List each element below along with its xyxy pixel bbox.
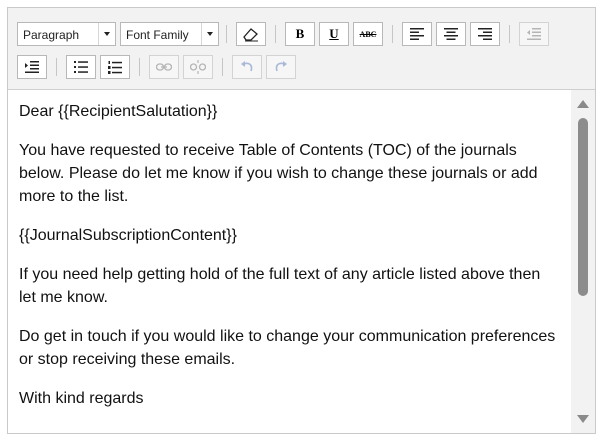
underline-button[interactable]: U — [319, 22, 349, 46]
unlink-icon — [190, 60, 206, 74]
toolbar-separator — [222, 58, 223, 76]
paragraph-intro: You have requested to receive Table of C… — [19, 142, 538, 205]
bullet-list-button[interactable] — [66, 55, 96, 79]
vertical-scrollbar[interactable] — [571, 90, 595, 433]
editor-content-area[interactable]: Dear {{RecipientSalutation}} You have re… — [8, 90, 595, 433]
align-center-button[interactable] — [436, 22, 466, 46]
outdent-button[interactable] — [519, 22, 549, 46]
bold-button[interactable]: B — [285, 22, 315, 46]
clear-formatting-button[interactable] — [236, 22, 266, 46]
paragraph-journal-placeholder: {{JournalSubscriptionContent}} — [19, 227, 237, 244]
toolbar-separator — [392, 25, 393, 43]
scroll-up-arrow-icon[interactable] — [577, 100, 589, 108]
paragraph-preferences: Do get in touch if you would like to cha… — [19, 328, 556, 368]
scroll-down-arrow-icon[interactable] — [577, 415, 589, 423]
strikethrough-button[interactable]: ABC — [353, 22, 383, 46]
block-format-select[interactable]: Paragraph — [17, 22, 116, 46]
undo-icon — [241, 61, 253, 72]
outdent-icon — [527, 28, 541, 40]
eraser-icon — [243, 28, 258, 42]
align-left-button[interactable] — [402, 22, 432, 46]
paragraph-closing: With kind regards — [19, 390, 144, 407]
numbered-list-button[interactable] — [100, 55, 130, 79]
toolbar-separator — [226, 25, 227, 43]
chevron-down-icon — [201, 23, 218, 45]
editor-toolbar: Paragraph Font Family B U ABC — [8, 8, 595, 90]
toolbar-separator — [56, 58, 57, 76]
numbered-list-icon — [108, 60, 122, 74]
rich-text-editor: Paragraph Font Family B U ABC Dear {{Rec… — [7, 7, 596, 434]
indent-button[interactable] — [17, 55, 47, 79]
bullet-list-icon — [74, 61, 88, 73]
underline-icon: U — [329, 26, 339, 41]
align-center-icon — [444, 28, 458, 40]
align-left-icon — [410, 28, 424, 40]
font-family-value: Font Family — [126, 28, 189, 42]
undo-button[interactable] — [232, 55, 262, 79]
redo-icon — [275, 61, 287, 72]
document-body[interactable]: Dear {{RecipientSalutation}} You have re… — [19, 100, 559, 426]
chevron-down-icon — [98, 23, 115, 45]
align-right-icon — [478, 28, 492, 40]
align-right-button[interactable] — [470, 22, 500, 46]
font-family-select[interactable]: Font Family — [120, 22, 219, 46]
toolbar-separator — [275, 25, 276, 43]
unlink-button[interactable] — [183, 55, 213, 79]
paragraph-help: If you need help getting hold of the ful… — [19, 266, 541, 306]
block-format-value: Paragraph — [23, 28, 80, 42]
scrollbar-thumb[interactable] — [578, 118, 588, 296]
strikethrough-icon: ABC — [359, 29, 377, 39]
insert-link-button[interactable] — [149, 55, 179, 79]
redo-button[interactable] — [266, 55, 296, 79]
paragraph-greeting: Dear {{RecipientSalutation}} — [19, 103, 218, 120]
bold-icon: B — [295, 26, 305, 41]
toolbar-separator — [509, 25, 510, 43]
link-icon — [156, 63, 172, 71]
indent-icon — [25, 61, 39, 73]
toolbar-separator — [139, 58, 140, 76]
